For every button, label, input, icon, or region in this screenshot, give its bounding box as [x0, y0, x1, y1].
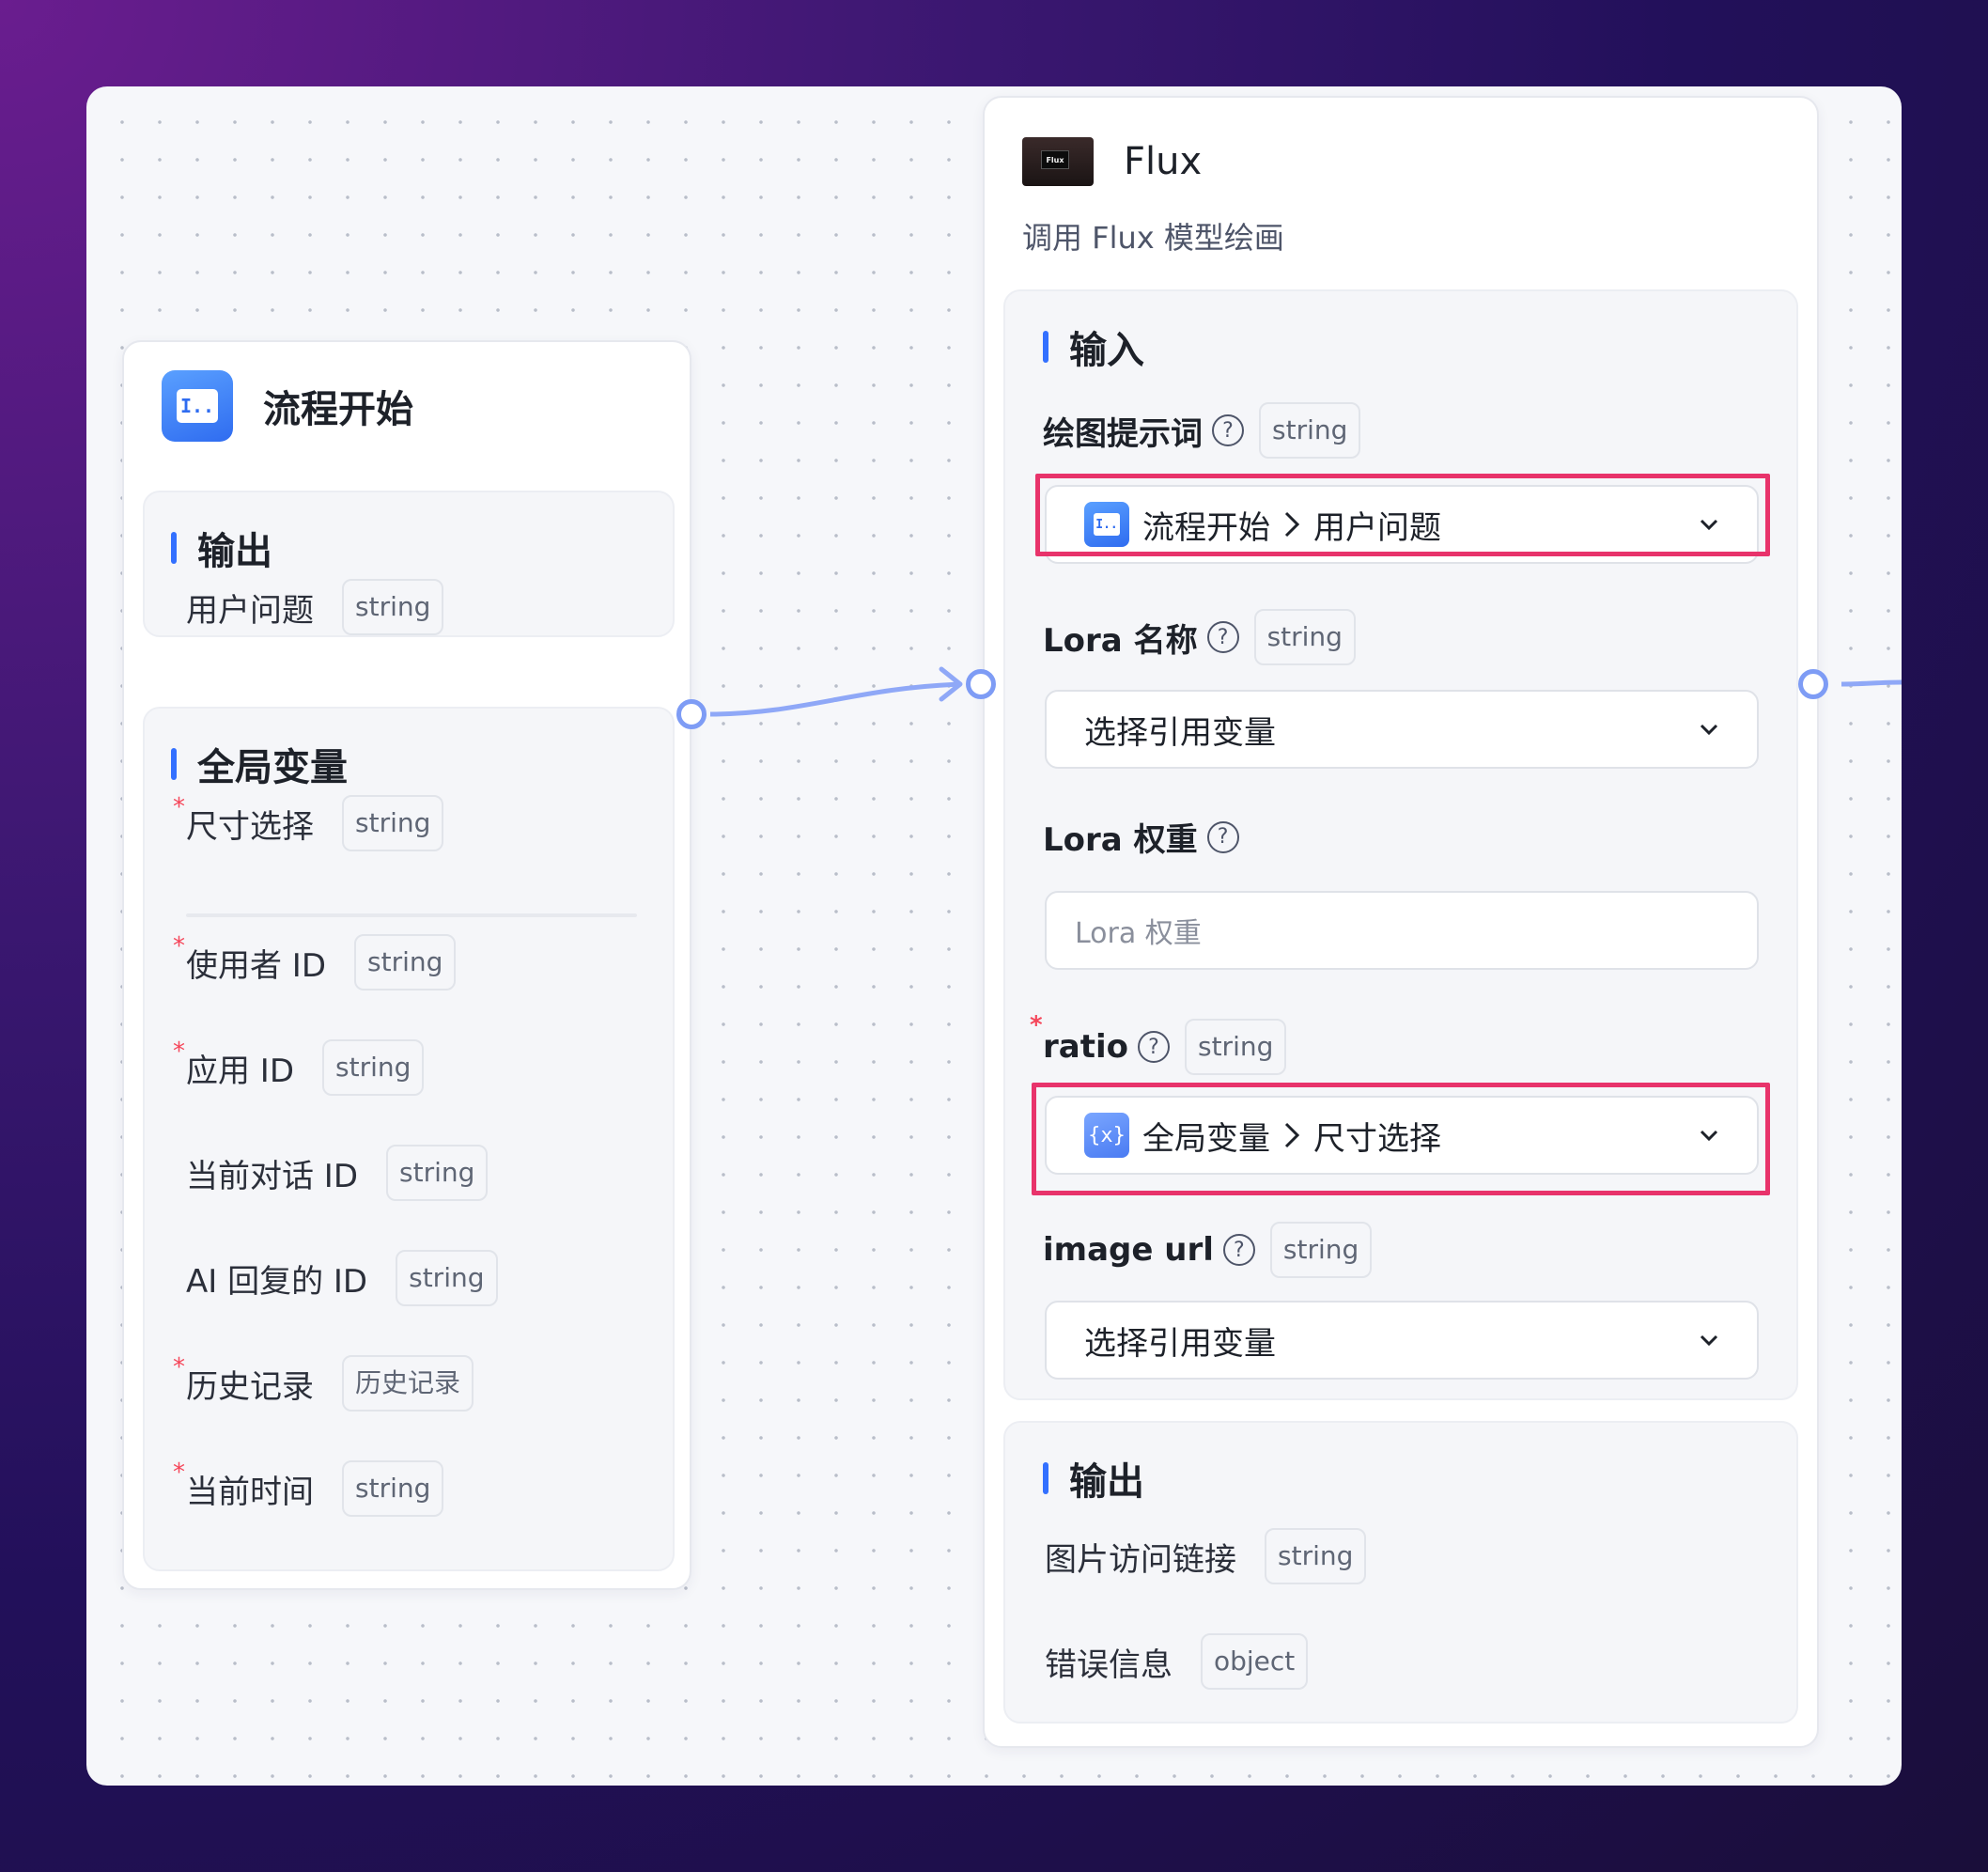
required-mark: * [173, 792, 185, 821]
help-circle-icon[interactable]: ? [1212, 414, 1244, 446]
var-label: * 历史记录 [173, 1352, 314, 1406]
type-tag: string [322, 1039, 425, 1096]
type-tag: string [342, 1460, 444, 1517]
flux-thumbnail: Flux [1022, 137, 1094, 186]
required-mark: * [173, 1458, 185, 1487]
lora-weight-input[interactable]: Lora 权重 [1045, 891, 1759, 970]
var-label: AI 回复的 ID [186, 1262, 368, 1301]
highlight-box [1035, 474, 1770, 556]
field-label-lora-name: Lora 名称 ? string [1043, 609, 1356, 665]
start-node-icon: I.. [162, 370, 233, 442]
var-label: 用户问题 [186, 591, 314, 630]
flux-input-section: 输入 绘图提示词 ? string I.. 流程开始 用户问题 Lora 名称 … [1003, 289, 1798, 1400]
var-label: 图片访问链接 [1045, 1540, 1236, 1579]
flux-node-header: Flux Flux [1022, 137, 1202, 186]
section-title: 输入 [1043, 320, 1144, 374]
start-output-section: 输出 用户问题 string [143, 491, 675, 637]
type-tag: string [396, 1250, 498, 1306]
field-label-ratio: * ratio ? string [1030, 1011, 1287, 1075]
help-circle-icon[interactable]: ? [1206, 621, 1239, 653]
global-var-row: 当前对话 ID string [186, 1145, 489, 1201]
chevron-down-icon [1700, 724, 1718, 736]
type-tag: string [1253, 609, 1356, 665]
global-var-row: * 尺寸选择 string [173, 792, 444, 851]
type-tag: string [1269, 1222, 1373, 1278]
required-mark: * [173, 1352, 185, 1381]
global-var-row: * 使用者 ID string [173, 931, 457, 991]
var-label: * 使用者 ID [173, 931, 327, 985]
output-var-row: 错误信息 object [1045, 1633, 1309, 1690]
start-node-title: 流程开始 [263, 388, 413, 431]
field-label-lora-weight: Lora 权重 ? [1043, 814, 1239, 860]
var-label: * 应用 ID [173, 1037, 295, 1090]
output-var-row: 用户问题 string [186, 579, 444, 635]
global-variables-section: 全局变量 * 尺寸选择 string * 使用者 ID string * 应用 ID … [143, 707, 675, 1571]
start-output-handle[interactable] [676, 699, 707, 729]
global-var-row: AI 回复的 ID string [186, 1250, 498, 1306]
type-tag: string [1265, 1528, 1367, 1584]
start-node-header: I.. 流程开始 [162, 370, 413, 442]
type-tag: object [1201, 1633, 1309, 1690]
flux-node-description: 调用 Flux 模型绘画 [1022, 220, 1284, 256]
help-circle-icon[interactable]: ? [1206, 820, 1239, 853]
global-var-row: * 当前时间 string [173, 1458, 444, 1517]
flux-node[interactable]: Flux Flux 调用 Flux 模型绘画 输入 绘图提示词 ? string… [983, 96, 1819, 1748]
required-mark: * [173, 931, 185, 960]
type-tag: string [354, 934, 457, 991]
section-title: 输出 [171, 521, 272, 575]
required-mark: * [1030, 1011, 1043, 1039]
field-label-image-url: image url ? string [1043, 1222, 1373, 1278]
required-mark: * [173, 1037, 185, 1066]
var-label: * 尺寸选择 [173, 792, 314, 846]
section-title: 全局变量 [171, 737, 348, 791]
type-tag: string [1259, 402, 1361, 459]
type-tag: string [342, 579, 444, 635]
flux-input-handle[interactable] [966, 669, 996, 699]
highlight-box [1032, 1083, 1770, 1195]
start-node[interactable]: I.. 流程开始 输出 用户问题 string 全局变量 * 尺寸选择 strin… [122, 340, 691, 1590]
field-label-prompt: 绘图提示词 ? string [1043, 402, 1361, 459]
global-var-row: * 应用 ID string [173, 1037, 425, 1096]
workflow-canvas[interactable]: I.. 流程开始 输出 用户问题 string 全局变量 * 尺寸选择 strin… [86, 86, 1902, 1786]
var-label: 错误信息 [1045, 1646, 1173, 1684]
var-label: 当前对话 ID [186, 1157, 359, 1195]
divider [186, 913, 637, 917]
help-circle-icon[interactable]: ? [1222, 1234, 1255, 1266]
section-title: 输出 [1043, 1451, 1144, 1505]
help-circle-icon[interactable]: ? [1137, 1031, 1170, 1063]
chevron-down-icon [1700, 1334, 1718, 1347]
type-tag: 历史记录 [342, 1355, 474, 1412]
flux-output-section: 输出 图片访问链接 string 错误信息 object [1003, 1421, 1798, 1724]
type-tag: string [1184, 1019, 1287, 1075]
var-label: * 当前时间 [173, 1458, 314, 1511]
flux-output-handle[interactable] [1798, 669, 1828, 699]
output-var-row: 图片访问链接 string [1045, 1528, 1367, 1584]
type-tag: string [342, 795, 444, 851]
lora-name-select[interactable]: 选择引用变量 [1045, 690, 1759, 769]
global-var-row: * 历史记录 历史记录 [173, 1352, 474, 1412]
image-url-select[interactable]: 选择引用变量 [1045, 1301, 1759, 1380]
flux-node-title: Flux [1124, 140, 1203, 183]
type-tag: string [386, 1145, 489, 1201]
